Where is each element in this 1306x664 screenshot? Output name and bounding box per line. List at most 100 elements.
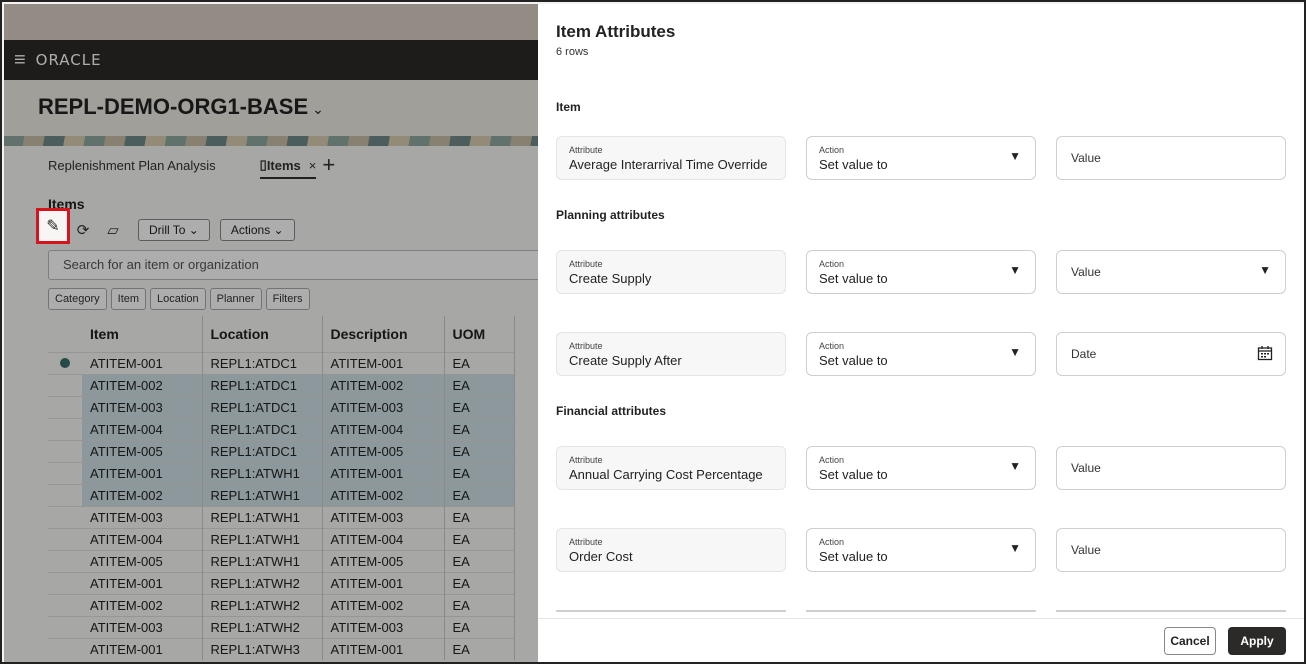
table-row[interactable]: ATITEM-005 REPL1:ATWH1 ATITEM-005 EA — [48, 549, 515, 572]
table-row[interactable]: ATITEM-005 REPL1:ATDC1 ATITEM-005 EA — [48, 439, 515, 462]
row-indicator — [48, 527, 82, 550]
chevron-down-icon[interactable]: ⌄ — [312, 101, 324, 117]
cell-item: ATITEM-003 — [82, 395, 203, 418]
cancel-button[interactable]: Cancel — [1164, 627, 1216, 655]
add-tab-icon[interactable]: + — [322, 152, 335, 178]
hamburger-menu-icon[interactable]: ≡ — [14, 49, 26, 72]
close-icon[interactable]: × — [309, 158, 317, 173]
cell-item: ATITEM-002 — [82, 483, 203, 506]
cell-location: REPL1:ATDC1 — [202, 395, 323, 418]
date-input[interactable]: Date — [1056, 332, 1286, 376]
tab-bar: Replenishment Plan Analysis ▯ Items × + — [4, 146, 538, 184]
cell-uom: EA — [444, 593, 515, 616]
action-label: Action — [819, 259, 845, 269]
action-value: Set value to — [819, 549, 888, 564]
dropdown-caret-icon[interactable]: ▼ — [1259, 263, 1271, 277]
table-row[interactable]: ATITEM-002 REPL1:ATWH2 ATITEM-002 EA — [48, 593, 515, 616]
table-row[interactable]: ATITEM-003 REPL1:ATDC1 ATITEM-003 EA — [48, 395, 515, 418]
attribute-field: Attribute Average Interarrival Time Overr… — [556, 136, 786, 180]
table-row[interactable]: ATITEM-004 REPL1:ATDC1 ATITEM-004 EA — [48, 417, 515, 440]
value-select[interactable]: Value ▼ — [1056, 250, 1286, 294]
table-row[interactable]: ATITEM-002 REPL1:ATDC1 ATITEM-002 EA — [48, 373, 515, 396]
value-input[interactable]: Value — [1056, 528, 1286, 572]
action-select[interactable]: Action Set value to ▼ — [806, 136, 1036, 180]
tab-replenishment-plan-analysis[interactable]: Replenishment Plan Analysis — [48, 158, 216, 173]
value-placeholder: Date — [1071, 347, 1097, 361]
chip-filters[interactable]: Filters — [265, 288, 310, 310]
drill-to-button[interactable]: Drill To ⌄ — [138, 219, 210, 241]
chip-item[interactable]: Item — [110, 288, 147, 310]
value-input[interactable]: Value — [1056, 446, 1286, 490]
value-placeholder: Value — [1071, 461, 1101, 475]
apply-button[interactable]: Apply — [1228, 627, 1286, 655]
items-page: ≡ ORACLE REPL-DEMO-ORG1-BASE ⌄ Replenishm… — [4, 4, 538, 662]
cell-uom: EA — [444, 483, 515, 506]
actions-button[interactable]: Actions ⌄ — [219, 219, 295, 241]
cell-item: ATITEM-001 — [82, 351, 203, 374]
cell-uom: EA — [444, 395, 515, 418]
cell-location: REPL1:ATWH1 — [202, 505, 323, 528]
chip-category[interactable]: Category — [48, 288, 107, 310]
cell-description: ATITEM-001 — [322, 461, 445, 484]
table-row[interactable]: ATITEM-003 REPL1:ATWH2 ATITEM-003 EA — [48, 615, 515, 638]
table-row[interactable]: ATITEM-001 REPL1:ATWH1 ATITEM-001 EA — [48, 461, 515, 484]
table-row[interactable]: ATITEM-002 REPL1:ATWH1 ATITEM-002 EA — [48, 483, 515, 506]
cell-description: ATITEM-002 — [322, 593, 445, 616]
oracle-logo: ORACLE — [35, 51, 102, 69]
attribute-value: Annual Carrying Cost Percentage — [569, 467, 763, 482]
tab-items[interactable]: ▯ Items × — [259, 157, 317, 179]
refresh-icon[interactable]: ⟳ — [68, 216, 98, 244]
row-indicator — [48, 483, 82, 506]
dropdown-caret-icon[interactable]: ▼ — [1009, 149, 1021, 163]
column-header-item[interactable]: Item — [82, 316, 203, 352]
action-select[interactable]: Action Set value to ▼ — [806, 528, 1036, 572]
attribute-value: Create Supply After — [569, 353, 682, 368]
decorative-banner — [4, 136, 538, 146]
column-header-location[interactable]: Location — [202, 316, 323, 352]
table-row[interactable]: ATITEM-001 REPL1:ATDC1 ATITEM-001 EA — [48, 351, 515, 374]
cell-description: ATITEM-001 — [322, 571, 445, 594]
table-row[interactable]: ATITEM-001 REPL1:ATWH3 ATITEM-001 EA — [48, 637, 515, 660]
cell-description: ATITEM-001 — [322, 351, 445, 374]
column-header-uom[interactable]: UOM — [444, 316, 515, 352]
cell-location: REPL1:ATDC1 — [202, 439, 323, 462]
table-row[interactable]: ATITEM-001 REPL1:ATWH2 ATITEM-001 EA — [48, 571, 515, 594]
cell-uom: EA — [444, 461, 515, 484]
action-select[interactable]: Action Set value to ▼ — [806, 332, 1036, 376]
document-icon: ▯ — [259, 157, 267, 172]
current-row-dot-icon — [60, 357, 70, 368]
search-input[interactable]: Search for an item or organization — [48, 250, 538, 280]
edit-pencil-icon[interactable]: ✎ — [36, 208, 70, 244]
dropdown-caret-icon[interactable]: ▼ — [1009, 263, 1021, 277]
row-indicator — [48, 351, 82, 374]
action-label: Action — [819, 145, 845, 155]
cell-uom: EA — [444, 637, 515, 660]
cell-uom: EA — [444, 439, 515, 462]
table-toolbar: ⟳ ▱ Drill To ⌄ Actions ⌄ — [4, 214, 538, 246]
global-header: ≡ ORACLE — [4, 40, 538, 80]
cell-uom: EA — [444, 615, 515, 638]
calendar-icon[interactable] — [1257, 345, 1273, 361]
dropdown-caret-icon[interactable]: ▼ — [1009, 459, 1021, 473]
chip-location[interactable]: Location — [150, 288, 206, 310]
cell-uom: EA — [444, 527, 515, 550]
action-select[interactable]: Action Set value to ▼ — [806, 446, 1036, 490]
table-row[interactable]: ATITEM-004 REPL1:ATWH1 ATITEM-004 EA — [48, 527, 515, 550]
table-row[interactable]: ATITEM-003 REPL1:ATWH1 ATITEM-003 EA — [48, 505, 515, 528]
item-attributes-drawer: Item Attributes 6 rows Item Planning att… — [538, 4, 1304, 662]
section-title: Items — [48, 196, 85, 212]
cell-location: REPL1:ATDC1 — [202, 373, 323, 396]
note-icon[interactable]: ▱ — [98, 216, 128, 244]
column-header-description[interactable]: Description — [322, 316, 445, 352]
cell-description: ATITEM-005 — [322, 549, 445, 572]
org-title[interactable]: REPL-DEMO-ORG1-BASE ⌄ — [38, 94, 324, 119]
attribute-field: Attribute Annual Carrying Cost Percentage — [556, 446, 786, 490]
cell-location: REPL1:ATWH1 — [202, 527, 323, 550]
cell-item: ATITEM-005 — [82, 549, 203, 572]
value-input[interactable]: Value — [1056, 136, 1286, 180]
chip-planner[interactable]: Planner — [209, 288, 262, 310]
dropdown-caret-icon[interactable]: ▼ — [1009, 541, 1021, 555]
action-select[interactable]: Action Set value to ▼ — [806, 250, 1036, 294]
drawer-title: Item Attributes — [556, 22, 676, 41]
dropdown-caret-icon[interactable]: ▼ — [1009, 345, 1021, 359]
